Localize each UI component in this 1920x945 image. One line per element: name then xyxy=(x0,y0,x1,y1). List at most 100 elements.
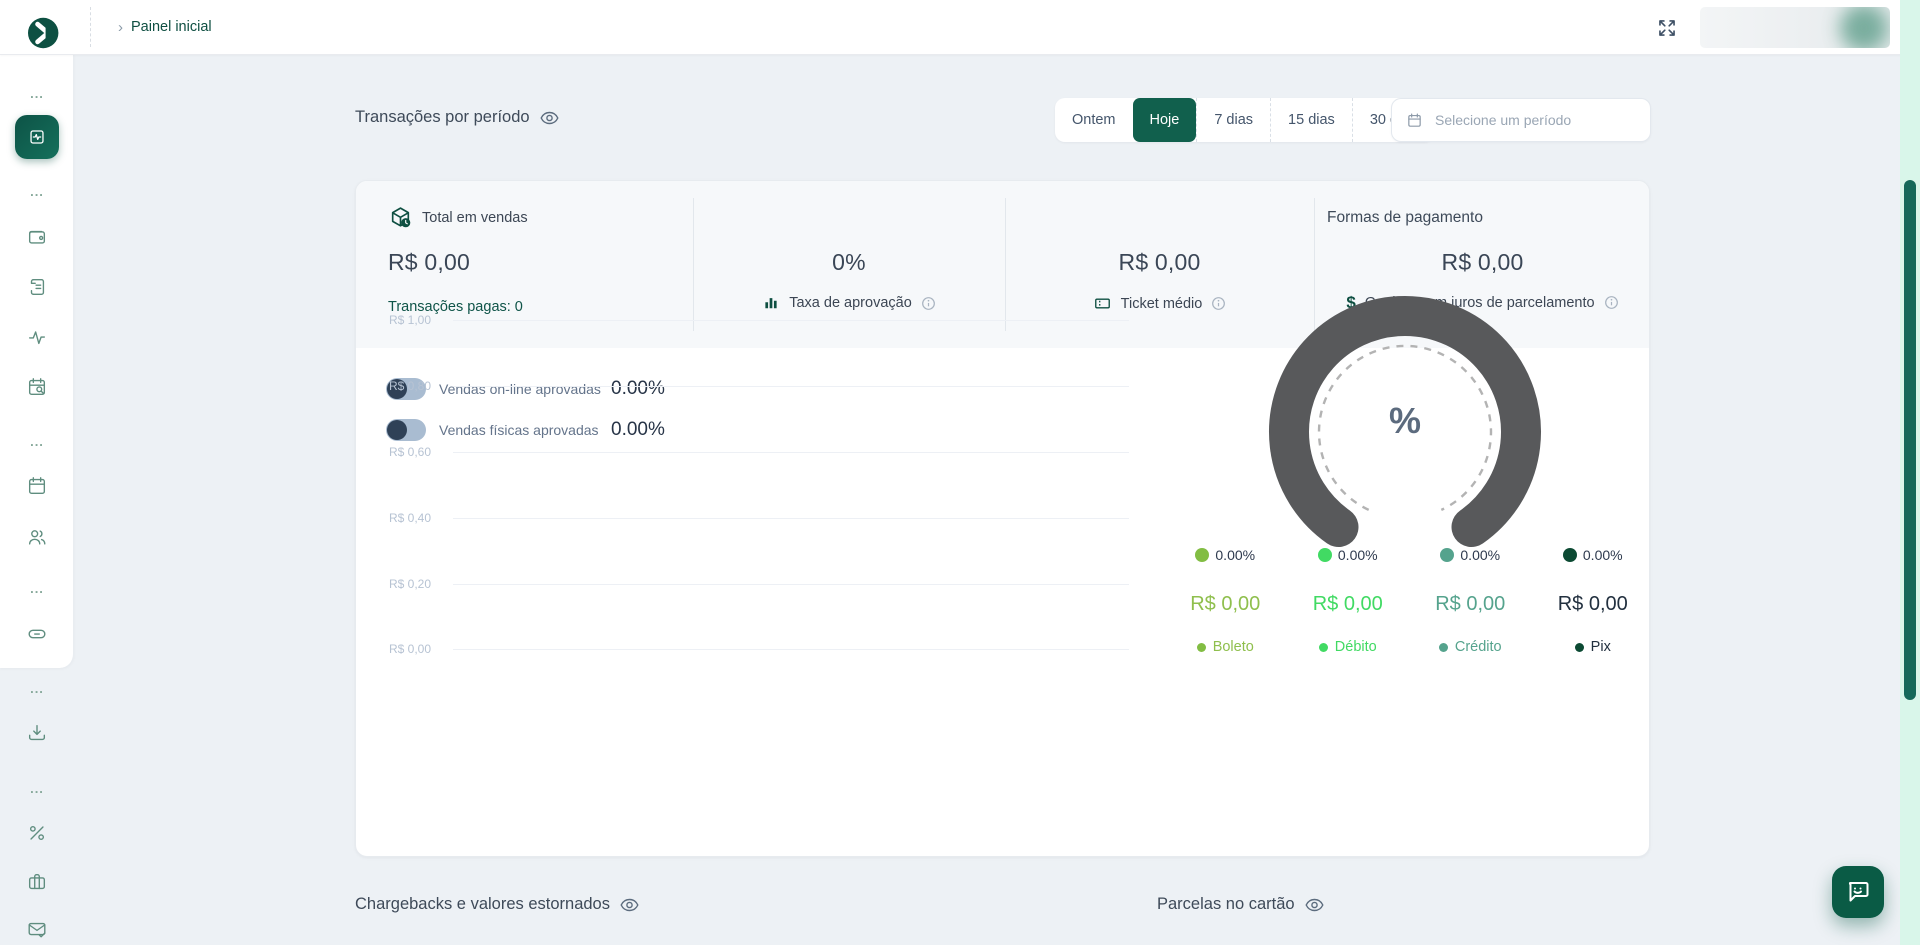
date-range-input[interactable] xyxy=(1433,111,1636,129)
sidebar-item-business[interactable] xyxy=(26,871,48,893)
legend-item-credito: 0.00% R$ 0,00 Crédito xyxy=(1409,547,1532,655)
boleto-dot-icon xyxy=(1195,548,1209,562)
y-tick-row: R$ 0,40 xyxy=(389,511,1129,525)
transactions-card: Total em vendas R$ 0,00 Transações pagas… xyxy=(355,180,1650,857)
pix-dot-icon xyxy=(1575,643,1584,652)
wallet-icon xyxy=(26,226,48,248)
credito-label: Crédito xyxy=(1455,639,1502,655)
gridline xyxy=(453,649,1129,650)
gridline xyxy=(453,518,1129,519)
info-icon[interactable] xyxy=(1211,296,1226,311)
fullscreen-icon[interactable] xyxy=(1656,17,1678,39)
pix-amount: R$ 0,00 xyxy=(1558,593,1628,616)
credito-dot-icon xyxy=(1439,643,1448,652)
credito-amount: R$ 0,00 xyxy=(1435,593,1505,616)
period-button-hoje[interactable]: Hoje xyxy=(1133,98,1197,142)
pix-dot-icon xyxy=(1563,548,1577,562)
avatar xyxy=(1840,7,1888,48)
brand-logo-icon[interactable] xyxy=(28,17,60,49)
bar-chart-icon xyxy=(762,294,780,312)
y-tick-row: R$ 1,00 xyxy=(389,313,1129,327)
payment-methods-legend: 0.00% R$ 0,00 Boleto 0.00% R$ 0,00 Débit… xyxy=(1164,547,1650,655)
y-tick-label: R$ 0,40 xyxy=(389,511,441,525)
total-sales-label: Total em vendas xyxy=(422,210,528,226)
link-icon xyxy=(26,623,48,645)
debito-label: Débito xyxy=(1335,639,1377,655)
sidebar-ellipsis: ... xyxy=(30,585,44,593)
sidebar-item-customers[interactable] xyxy=(26,526,48,548)
top-header: › Painel inicial xyxy=(0,0,1920,55)
chargebacks-section-title: Chargebacks e valores estornados xyxy=(355,895,639,914)
payment-methods-title: Formas de pagamento xyxy=(1255,209,1555,227)
average-ticket-label: Ticket médio xyxy=(1121,296,1203,312)
sidebar-item-dashboard[interactable] xyxy=(15,115,59,159)
approval-rate-value: 0% xyxy=(693,249,1005,276)
users-icon xyxy=(26,526,48,548)
gridline xyxy=(453,386,1129,387)
gauge-center-symbol: % xyxy=(1255,400,1555,442)
scrollbar-track[interactable] xyxy=(1900,0,1920,945)
package-clock-icon xyxy=(388,205,413,230)
sidebar-item-wallet[interactable] xyxy=(26,226,48,248)
boleto-label: Boleto xyxy=(1213,639,1254,655)
eye-icon[interactable] xyxy=(620,898,639,912)
gridline xyxy=(453,452,1129,453)
boleto-percent: 0.00% xyxy=(1215,547,1255,563)
physical-sales-toggle-row: Vendas físicas aprovadas 0.00% xyxy=(386,419,665,441)
installment-interest-value: R$ 0,00 xyxy=(1314,249,1650,276)
mail-check-icon xyxy=(26,918,48,940)
calendar-icon xyxy=(26,475,48,497)
sidebar-item-schedule-search[interactable] xyxy=(26,376,48,398)
approval-rate-label: Taxa de aprovação xyxy=(789,295,912,311)
debito-dot-icon xyxy=(1319,643,1328,652)
y-tick-row: R$ 0,20 xyxy=(389,577,1129,591)
sidebar-item-transactions[interactable] xyxy=(26,326,48,348)
user-account-area[interactable] xyxy=(1700,7,1890,48)
installments-section-title: Parcelas no cartão xyxy=(1157,895,1324,914)
sidebar: ... ... ... xyxy=(0,54,74,945)
activity-pulse-icon xyxy=(26,326,48,348)
info-icon[interactable] xyxy=(921,296,936,311)
gridline xyxy=(453,584,1129,585)
boleto-dot-icon xyxy=(1197,643,1206,652)
period-title-label: Transações por período xyxy=(355,108,530,127)
physical-sales-value: 0.00% xyxy=(611,419,665,441)
boleto-amount: R$ 0,00 xyxy=(1190,593,1260,616)
gridline xyxy=(453,320,1129,321)
sidebar-item-downloads[interactable] xyxy=(26,722,48,744)
y-tick-label: R$ 1,00 xyxy=(389,313,441,327)
ticket-icon xyxy=(1093,294,1112,313)
sidebar-ellipsis: ... xyxy=(30,438,44,446)
physical-sales-toggle[interactable] xyxy=(386,419,426,441)
sidebar-item-payment-links[interactable] xyxy=(26,623,48,645)
period-button-ontem[interactable]: Ontem xyxy=(1055,98,1133,142)
breadcrumb[interactable]: › Painel inicial xyxy=(118,0,212,54)
period-button-15dias[interactable]: 15 dias xyxy=(1270,98,1352,142)
y-tick-label: R$ 0,00 xyxy=(389,642,441,656)
eye-icon[interactable] xyxy=(540,111,559,125)
sidebar-item-mail[interactable] xyxy=(26,918,48,940)
sidebar-ellipsis: ... xyxy=(30,685,44,693)
sidebar-ellipsis: ... xyxy=(30,785,44,793)
info-icon[interactable] xyxy=(1604,295,1619,310)
sidebar-item-calendar[interactable] xyxy=(26,475,48,497)
header-divider xyxy=(90,7,91,47)
period-button-7dias[interactable]: 7 dias xyxy=(1196,98,1270,142)
installments-title-label: Parcelas no cartão xyxy=(1157,895,1295,914)
sidebar-item-fees[interactable] xyxy=(26,822,48,844)
legend-item-boleto: 0.00% R$ 0,00 Boleto xyxy=(1164,547,1287,655)
breadcrumb-chevron-icon: › xyxy=(118,19,123,36)
chat-smiley-icon xyxy=(1844,878,1872,906)
y-tick-row: R$ 0,60 xyxy=(389,445,1129,459)
date-range-picker[interactable] xyxy=(1391,98,1651,142)
support-chat-button[interactable] xyxy=(1832,866,1884,918)
eye-icon[interactable] xyxy=(1305,898,1324,912)
scrollbar-thumb[interactable] xyxy=(1904,180,1916,700)
dashboard-activity-icon xyxy=(26,126,48,148)
y-tick-label: R$ 0,20 xyxy=(389,577,441,591)
sidebar-ellipsis: ... xyxy=(30,188,44,196)
calendar-search-icon xyxy=(26,376,48,398)
credito-dot-icon xyxy=(1440,548,1454,562)
y-tick-row: R$ 0,00 xyxy=(389,642,1129,656)
sidebar-item-statement[interactable] xyxy=(26,276,48,298)
